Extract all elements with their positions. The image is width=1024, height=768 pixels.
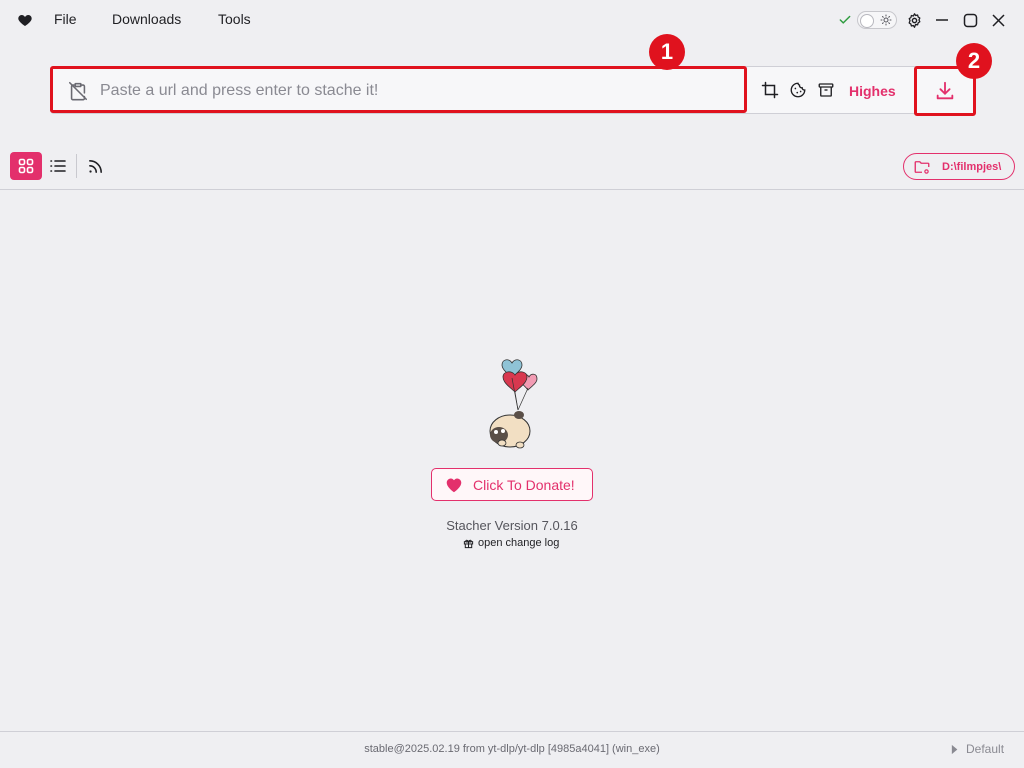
pug-balloon-illustration <box>489 359 538 449</box>
minimize-button[interactable] <box>932 10 952 30</box>
view-divider <box>76 154 77 178</box>
url-input[interactable] <box>98 77 722 105</box>
menu-downloads[interactable]: Downloads <box>112 11 181 27</box>
close-button[interactable] <box>988 10 1008 30</box>
url-field[interactable] <box>50 66 747 113</box>
theme-toggle[interactable] <box>857 11 897 29</box>
heart-icon <box>18 15 32 26</box>
crop-icon <box>761 81 779 99</box>
menu-tools[interactable]: Tools <box>218 11 251 27</box>
title-bar: File Downloads Tools <box>0 0 1024 40</box>
crop-button[interactable] <box>760 80 780 100</box>
maximize-button[interactable] <box>960 10 980 30</box>
rss-view-button[interactable] <box>79 152 111 180</box>
grid-view-button[interactable] <box>10 152 42 180</box>
donate-button[interactable]: Click To Donate! <box>431 468 593 501</box>
toolbar-divider <box>0 189 1024 190</box>
changelog-label: open change log <box>478 537 560 549</box>
settings-button[interactable] <box>904 10 924 30</box>
rss-icon <box>88 159 102 173</box>
folder-settings-icon <box>914 161 930 174</box>
menu-file[interactable]: File <box>54 11 77 27</box>
footer-divider <box>0 731 1024 732</box>
app-version: Stacher Version 7.0.16 <box>446 518 578 533</box>
quality-selector[interactable]: Highes <box>849 83 896 99</box>
heart-icon <box>446 478 462 493</box>
view-switcher <box>10 152 111 182</box>
archive-button[interactable] <box>816 80 836 100</box>
gift-icon <box>463 539 474 548</box>
archive-icon <box>818 83 834 97</box>
cookie-icon <box>790 82 806 98</box>
clipboard-off-icon <box>68 81 88 101</box>
gear-icon <box>908 12 920 28</box>
close-icon <box>991 13 1005 27</box>
cookie-button[interactable] <box>788 80 808 100</box>
list-view-button[interactable] <box>42 152 74 180</box>
toggle-knob <box>860 14 874 28</box>
minimize-icon <box>936 19 948 21</box>
chevron-right-icon <box>951 744 958 754</box>
build-info: stable@2025.02.19 from yt-dlp/yt-dlp [49… <box>364 743 660 755</box>
check-icon <box>835 10 855 30</box>
profile-label: Default <box>966 742 1005 756</box>
annotation-badge-1: 1 <box>649 34 685 70</box>
maximize-icon <box>963 13 977 27</box>
download-folder-path: D:\filmpjes\ <box>942 161 1002 173</box>
download-folder-button[interactable]: D:\filmpjes\ <box>903 153 1015 180</box>
profile-selector[interactable]: Default <box>950 742 1004 756</box>
list-icon <box>50 160 66 172</box>
annotation-badge-2: 2 <box>956 43 992 79</box>
changelog-link[interactable]: open change log <box>463 537 559 549</box>
grid-icon <box>18 158 34 174</box>
donate-label: Click To Donate! <box>473 477 575 493</box>
sun-icon <box>880 14 892 26</box>
download-icon <box>936 81 954 100</box>
